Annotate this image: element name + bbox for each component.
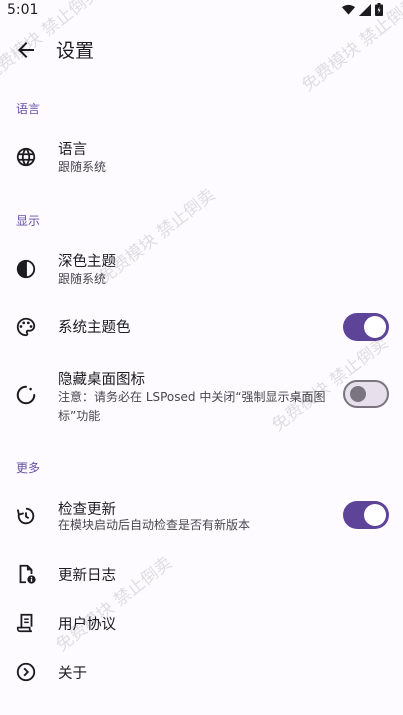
section-header-language: 语言 <box>16 102 41 116</box>
dark-theme-title: 深色主题 <box>58 254 116 270</box>
globe-icon <box>16 147 36 167</box>
agreement-title: 用户协议 <box>58 617 116 633</box>
section-header-display: 显示 <box>16 214 41 228</box>
section-header-more: 更多 <box>16 461 41 475</box>
hide-icon-title: 隐藏桌面图标 <box>58 372 145 388</box>
contrast-icon <box>16 259 36 279</box>
hide-icon-subtitle: 注意：请务必在 LSPosed 中关闭“强制显示桌面图标”功能 <box>58 390 326 423</box>
settings-item-changelog[interactable]: 更新日志 <box>0 552 403 596</box>
settings-item-system-color[interactable]: 系统主题色 <box>0 304 403 350</box>
language-title: 语言 <box>58 142 87 158</box>
settings-item-dark-theme[interactable]: 深色主题 跟随系统 <box>0 242 403 294</box>
settings-item-about[interactable]: 关于 <box>0 650 403 694</box>
system-color-switch[interactable] <box>343 313 389 341</box>
back-arrow-icon[interactable] <box>14 38 38 62</box>
spinner-icon <box>16 385 36 405</box>
status-bar: 5:01 <box>0 0 403 22</box>
about-title: 关于 <box>58 666 87 682</box>
signal-icon <box>359 3 371 16</box>
changelog-title: 更新日志 <box>58 568 116 584</box>
battery-icon <box>375 3 383 16</box>
palette-icon <box>16 317 36 337</box>
contract-icon <box>16 613 33 633</box>
page-title: 设置 <box>56 40 95 62</box>
check-update-switch[interactable] <box>343 501 389 529</box>
status-time: 5:01 <box>7 2 39 18</box>
settings-item-agreement[interactable]: 用户协议 <box>0 601 403 645</box>
language-subtitle: 跟随系统 <box>58 160 107 174</box>
check-update-subtitle: 在模块启动后自动检查是否有新版本 <box>58 518 251 532</box>
chevron-circle-icon <box>16 662 36 682</box>
settings-item-language[interactable]: 语言 跟随系统 <box>0 130 403 186</box>
update-icon <box>16 507 35 525</box>
hide-icon-switch[interactable] <box>343 380 389 408</box>
app-bar: 设置 <box>0 22 403 78</box>
system-color-title: 系统主题色 <box>58 320 131 336</box>
dark-theme-subtitle: 跟随系统 <box>58 272 107 286</box>
wifi-icon <box>342 4 355 15</box>
switch-knob <box>350 386 366 402</box>
settings-item-check-update[interactable]: 检查更新 在模块启动后自动检查是否有新版本 <box>0 492 403 540</box>
switch-knob <box>364 504 386 526</box>
status-icons <box>342 3 383 16</box>
switch-knob <box>364 316 386 338</box>
settings-item-hide-icon[interactable]: 隐藏桌面图标 注意：请务必在 LSPosed 中关闭“强制显示桌面图标”功能 <box>0 362 403 426</box>
document-info-icon <box>19 564 36 584</box>
